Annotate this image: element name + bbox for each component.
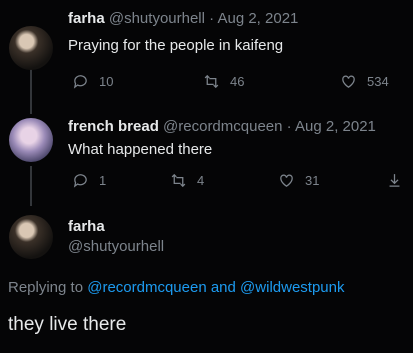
- thread-line: [30, 166, 32, 206]
- retweet-icon: [171, 173, 186, 188]
- like-count: 31: [305, 173, 320, 188]
- avatar-french-bread[interactable]: [9, 118, 53, 162]
- reply-button[interactable]: 1: [72, 172, 106, 189]
- tweet3-name: farha: [68, 218, 105, 235]
- handle[interactable]: @shutyourhell: [68, 238, 164, 255]
- thread-line: [30, 68, 32, 114]
- mention-link[interactable]: @wildwestpunk: [240, 279, 344, 296]
- timestamp[interactable]: Aug 2, 2021: [217, 10, 298, 27]
- like-button[interactable]: 31: [278, 172, 319, 189]
- reply-count: 1: [99, 173, 107, 188]
- handle[interactable]: @recordmcqueen: [163, 118, 282, 135]
- tweet1-text: Praying for the people in kaifeng: [68, 37, 284, 54]
- tweet3-text: they live there: [8, 314, 127, 335]
- reply-icon: [73, 174, 87, 188]
- like-icon: [280, 174, 293, 187]
- reply-count: 10: [99, 74, 114, 89]
- retweet-button[interactable]: 46: [203, 73, 244, 90]
- like-icon: [342, 75, 355, 88]
- avatar-farha[interactable]: [9, 215, 53, 259]
- display-name[interactable]: farha: [68, 218, 105, 235]
- retweet-count: 4: [197, 173, 205, 188]
- tweet2-text: What happened there: [68, 141, 213, 158]
- retweet-icon: [204, 74, 219, 89]
- retweet-count: 46: [230, 74, 245, 89]
- mention-link[interactable]: @recordmcqueen: [87, 279, 206, 296]
- handle[interactable]: @shutyourhell: [109, 10, 205, 27]
- replying-to: Replying to @recordmcqueen and @wildwest…: [8, 279, 345, 296]
- share-button[interactable]: [386, 172, 403, 189]
- reply-button[interactable]: 10: [72, 73, 113, 90]
- reply-icon: [73, 75, 87, 89]
- share-icon: [389, 174, 400, 187]
- display-name[interactable]: french bread: [68, 118, 159, 135]
- avatar-farha[interactable]: [9, 26, 53, 70]
- display-name[interactable]: farha: [68, 10, 105, 27]
- like-button[interactable]: 534: [340, 73, 389, 90]
- like-count: 534: [367, 74, 389, 89]
- tweet2-header: french bread @recordmcqueen · Aug 2, 202…: [68, 118, 376, 135]
- retweet-button[interactable]: 4: [170, 172, 204, 189]
- tweet1-header: farha @shutyourhell · Aug 2, 2021: [68, 10, 299, 27]
- timestamp[interactable]: Aug 2, 2021: [295, 118, 376, 135]
